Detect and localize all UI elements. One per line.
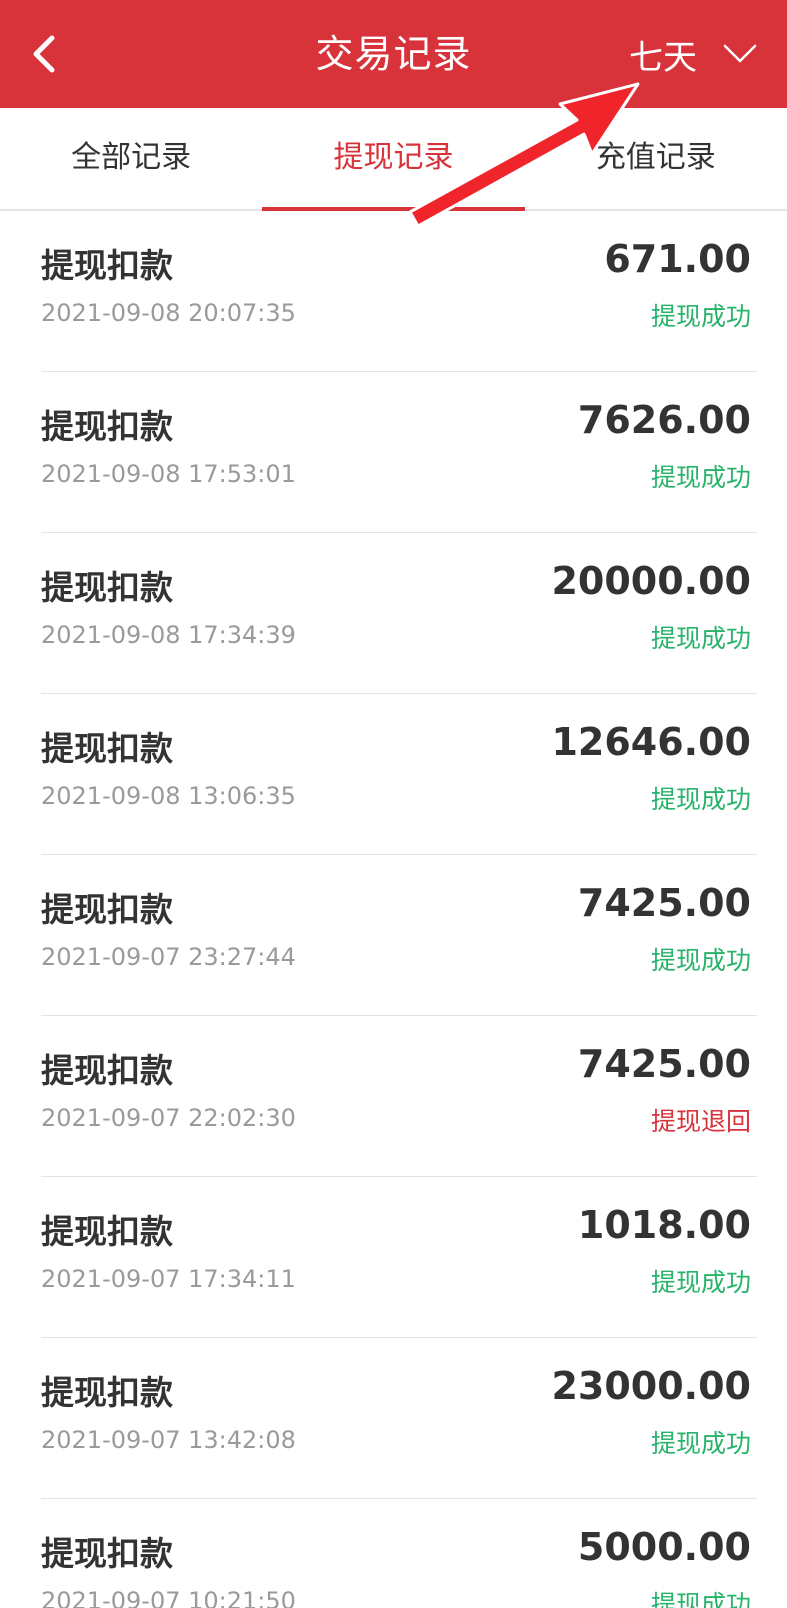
status-badge: 提现成功 <box>650 302 751 331</box>
record-title: 提现扣款 <box>41 1534 173 1573</box>
list-item[interactable]: 提现扣款 2021-09-07 23:27:44 7425.00 提现成功 <box>41 855 757 1016</box>
record-time: 2021-09-08 17:34:39 <box>41 621 296 649</box>
tab-recharge-records[interactable]: 充值记录 <box>525 108 787 209</box>
record-amount: 671.00 <box>604 237 751 281</box>
status-badge: 提现成功 <box>650 463 751 492</box>
record-amount: 5000.00 <box>577 1525 751 1569</box>
status-badge: 提现成功 <box>650 624 751 653</box>
record-time: 2021-09-08 17:53:01 <box>41 460 296 488</box>
record-tabs: 全部记录 提现记录 充值记录 <box>0 108 787 211</box>
chevron-left-icon <box>33 35 55 73</box>
record-title: 提现扣款 <box>41 568 173 607</box>
list-item[interactable]: 提现扣款 2021-09-08 17:34:39 20000.00 提现成功 <box>41 533 757 694</box>
record-amount: 12646.00 <box>551 720 751 764</box>
chevron-down-icon <box>723 44 757 63</box>
record-title: 提现扣款 <box>41 729 173 768</box>
record-title: 提现扣款 <box>41 246 173 285</box>
record-title: 提现扣款 <box>41 890 173 929</box>
back-button[interactable] <box>22 28 74 80</box>
record-time: 2021-09-08 20:07:35 <box>41 299 296 327</box>
record-amount: 7425.00 <box>577 1042 751 1086</box>
status-badge: 提现成功 <box>650 785 751 814</box>
header-bar: 交易记录 七天 <box>0 0 787 108</box>
record-list: 提现扣款 2021-09-08 20:07:35 671.00 提现成功 提现扣… <box>0 211 787 1608</box>
record-title: 提现扣款 <box>41 407 173 446</box>
list-item[interactable]: 提现扣款 2021-09-08 20:07:35 671.00 提现成功 <box>41 211 757 372</box>
status-badge: 提现退回 <box>650 1107 751 1136</box>
status-badge: 提现成功 <box>650 946 751 975</box>
record-time: 2021-09-07 17:34:11 <box>41 1265 296 1293</box>
record-amount: 7626.00 <box>577 398 751 442</box>
list-item[interactable]: 提现扣款 2021-09-07 13:42:08 23000.00 提现成功 <box>41 1338 757 1499</box>
list-item[interactable]: 提现扣款 2021-09-07 17:34:11 1018.00 提现成功 <box>41 1177 757 1338</box>
list-item[interactable]: 提现扣款 2021-09-08 17:53:01 7626.00 提现成功 <box>41 372 757 533</box>
record-time: 2021-09-07 10:21:50 <box>41 1587 296 1608</box>
record-amount: 7425.00 <box>577 881 751 925</box>
list-item[interactable]: 提现扣款 2021-09-07 22:02:30 7425.00 提现退回 <box>41 1016 757 1177</box>
list-item[interactable]: 提现扣款 2021-09-07 10:21:50 5000.00 提现成功 <box>41 1499 757 1608</box>
status-badge: 提现成功 <box>650 1429 751 1458</box>
status-badge: 提现成功 <box>650 1590 751 1608</box>
status-badge: 提现成功 <box>650 1268 751 1297</box>
record-title: 提现扣款 <box>41 1212 173 1251</box>
record-amount: 20000.00 <box>551 559 751 603</box>
record-amount: 23000.00 <box>551 1364 751 1408</box>
time-range-dropdown[interactable]: 七天 <box>629 24 757 84</box>
record-title: 提现扣款 <box>41 1051 173 1090</box>
record-time: 2021-09-07 23:27:44 <box>41 943 296 971</box>
record-title: 提现扣款 <box>41 1373 173 1412</box>
record-amount: 1018.00 <box>577 1203 751 1247</box>
list-item[interactable]: 提现扣款 2021-09-08 13:06:35 12646.00 提现成功 <box>41 694 757 855</box>
tab-all-records[interactable]: 全部记录 <box>0 108 262 209</box>
tab-withdraw-records[interactable]: 提现记录 <box>262 108 525 211</box>
record-time: 2021-09-08 13:06:35 <box>41 782 296 810</box>
app-screen: 交易记录 七天 全部记录 提现记录 充值记录 提现扣款 2021-09-08 2… <box>0 0 787 1608</box>
record-time: 2021-09-07 13:42:08 <box>41 1426 296 1454</box>
time-range-label: 七天 <box>629 37 697 78</box>
record-time: 2021-09-07 22:02:30 <box>41 1104 296 1132</box>
